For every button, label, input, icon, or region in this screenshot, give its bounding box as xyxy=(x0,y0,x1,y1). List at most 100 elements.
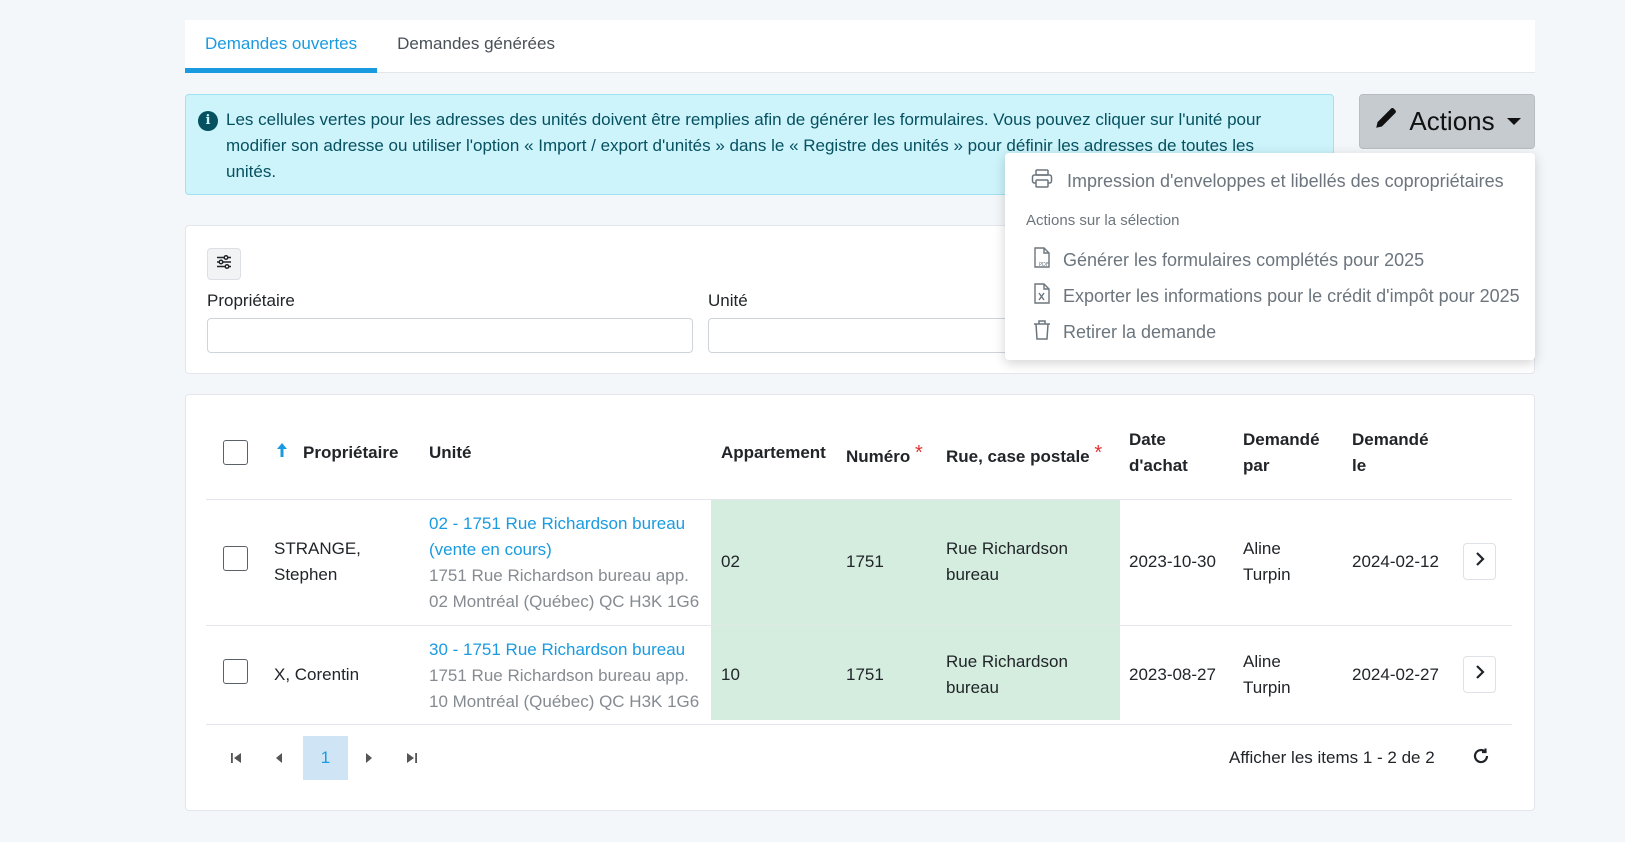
row-street-line2: bureau xyxy=(946,565,999,584)
info-icon: i xyxy=(198,111,218,131)
tab-generated-requests[interactable]: Demandes générées xyxy=(377,20,575,72)
page-1-button[interactable]: 1 xyxy=(303,736,348,780)
row-apartment[interactable]: 10 xyxy=(721,662,740,688)
sort-asc-icon[interactable] xyxy=(276,440,288,466)
row-unit-address-line1: 1751 Rue Richardson bureau app. xyxy=(429,566,689,585)
header-number-label: Numéro xyxy=(846,447,911,466)
chevron-right-icon xyxy=(1474,664,1486,685)
menu-item-print[interactable]: Impression d'enveloppes et libellés des … xyxy=(1031,169,1504,194)
next-page-icon xyxy=(364,749,374,769)
row-unit-link-status[interactable]: (vente en cours) xyxy=(429,537,699,563)
row-requested-by: Aline Turpin xyxy=(1243,536,1291,588)
tab-open-requests[interactable]: Demandes ouvertes xyxy=(185,20,378,73)
refresh-button[interactable] xyxy=(1466,739,1496,777)
last-page-button[interactable] xyxy=(397,737,427,780)
caret-down-icon xyxy=(1506,118,1521,125)
printer-icon xyxy=(1031,169,1053,194)
filter-toggle-button[interactable] xyxy=(207,248,241,280)
owner-filter-input[interactable] xyxy=(207,318,693,353)
row-unit: 30 - 1751 Rue Richardson bureau 1751 Rue… xyxy=(429,637,699,715)
required-marker: * xyxy=(914,442,923,464)
row-street[interactable]: Rue Richardson bureau xyxy=(946,536,1068,588)
row-unit-address-line2: 02 Montréal (Québec) QC H3K 1G6 xyxy=(429,592,700,611)
menu-item-generate-label: Générer les formulaires complétés pour 2… xyxy=(1063,250,1425,270)
row-street[interactable]: Rue Richardson bureau xyxy=(946,649,1068,701)
row-apartment[interactable]: 02 xyxy=(721,549,740,575)
row-requested-by-line2: Turpin xyxy=(1243,565,1291,584)
header-purchase-date[interactable]: Date d'achat xyxy=(1129,427,1188,479)
row-checkbox[interactable] xyxy=(223,546,248,571)
next-page-button[interactable] xyxy=(354,737,384,780)
menu-item-generate[interactable]: PDF Générer les formulaires complétés po… xyxy=(1032,247,1424,274)
owner-filter-label: Propriétaire xyxy=(207,291,295,310)
actions-label: Actions xyxy=(1409,106,1495,136)
row-number[interactable]: 1751 xyxy=(846,662,884,688)
row-requested-by-line2: Turpin xyxy=(1243,678,1291,697)
menu-item-print-label: Impression d'enveloppes et libellés des … xyxy=(1067,171,1504,191)
menu-item-remove[interactable]: Retirer la demande xyxy=(1032,319,1216,346)
row-street-line2: bureau xyxy=(946,678,999,697)
svg-text:PDF: PDF xyxy=(1039,262,1049,268)
row-divider xyxy=(206,724,1512,725)
row-owner: X, Corentin xyxy=(274,665,360,684)
first-page-icon xyxy=(230,749,242,769)
header-requested-on-line2: le xyxy=(1352,456,1367,475)
prev-page-button[interactable] xyxy=(264,737,294,780)
row-requested-by-line1: Aline xyxy=(1243,652,1281,671)
header-requested-on[interactable]: Demandé le xyxy=(1352,427,1429,479)
required-marker: * xyxy=(1094,442,1103,464)
menu-item-remove-label: Retirer la demande xyxy=(1063,322,1217,342)
header-requested-by-line1: Demandé xyxy=(1243,430,1320,449)
row-purchase-date: 2023-10-30 xyxy=(1129,552,1216,571)
trash-icon xyxy=(1032,319,1052,346)
row-unit-link[interactable]: 30 - 1751 Rue Richardson bureau xyxy=(429,637,699,663)
header-number[interactable]: Numéro * xyxy=(846,440,923,470)
prev-page-icon xyxy=(274,749,284,769)
menu-item-export[interactable]: Exporter les informations pour le crédit… xyxy=(1032,283,1520,310)
row-details-button[interactable] xyxy=(1463,656,1496,693)
row-checkbox[interactable] xyxy=(223,659,248,684)
row-unit-link[interactable]: 02 - 1751 Rue Richardson bureau xyxy=(429,511,699,537)
requests-table-card: Propriétaire Unité Appartement Numéro * … xyxy=(185,394,1535,811)
row-divider xyxy=(206,625,1512,626)
menu-item-export-label: Exporter les informations pour le crédit… xyxy=(1063,286,1520,306)
row-owner: STRANGE, Stephen xyxy=(274,536,361,588)
row-details-button[interactable] xyxy=(1463,543,1496,580)
row-street-line1: Rue Richardson xyxy=(946,539,1068,558)
tab-bar: Demandes ouvertes Demandes générées xyxy=(185,20,1535,73)
pagination-summary: Afficher les items 1 - 2 de 2 xyxy=(1229,748,1435,767)
row-unit-address-line1: 1751 Rue Richardson bureau app. xyxy=(429,666,689,685)
refresh-icon xyxy=(1471,746,1491,771)
row-unit-address-line2: 10 Montréal (Québec) QC H3K 1G6 xyxy=(429,692,700,711)
select-all-checkbox[interactable] xyxy=(223,440,248,465)
row-number[interactable]: 1751 xyxy=(846,549,884,575)
header-requested-by[interactable]: Demandé par xyxy=(1243,427,1320,479)
actions-button[interactable]: Actions xyxy=(1359,94,1535,149)
menu-section-header: Actions sur la sélection xyxy=(1026,212,1180,229)
header-apartment[interactable]: Appartement xyxy=(721,440,826,466)
header-street[interactable]: Rue, case postale * xyxy=(946,440,1102,470)
pdf-file-icon: PDF xyxy=(1032,247,1052,274)
row-requested-on: 2024-02-12 xyxy=(1352,552,1439,571)
row-purchase-date: 2023-08-27 xyxy=(1129,665,1216,684)
row-owner-line1: STRANGE, xyxy=(274,539,361,558)
pencil-icon xyxy=(1373,105,1399,138)
header-purchase-date-line1: Date xyxy=(1129,430,1166,449)
alert-line-1: Les cellules vertes pour les adresses de… xyxy=(226,110,1262,129)
first-page-button[interactable] xyxy=(221,737,251,780)
header-requested-by-line2: par xyxy=(1243,456,1270,475)
chevron-right-icon xyxy=(1474,551,1486,572)
header-purchase-date-line2: d'achat xyxy=(1129,456,1188,475)
row-requested-on: 2024-02-27 xyxy=(1352,665,1439,684)
excel-file-icon xyxy=(1032,283,1052,310)
filter-sliders-icon xyxy=(216,254,232,275)
header-owner[interactable]: Propriétaire xyxy=(303,440,398,466)
row-street-line1: Rue Richardson xyxy=(946,652,1068,671)
row-unit: 02 - 1751 Rue Richardson bureau (vente e… xyxy=(429,511,699,615)
header-requested-on-line1: Demandé xyxy=(1352,430,1429,449)
header-unit[interactable]: Unité xyxy=(429,440,472,466)
unit-filter-label: Unité xyxy=(708,291,748,310)
header-street-label: Rue, case postale xyxy=(946,447,1090,466)
header-divider xyxy=(206,499,1512,500)
row-requested-by: Aline Turpin xyxy=(1243,649,1291,701)
